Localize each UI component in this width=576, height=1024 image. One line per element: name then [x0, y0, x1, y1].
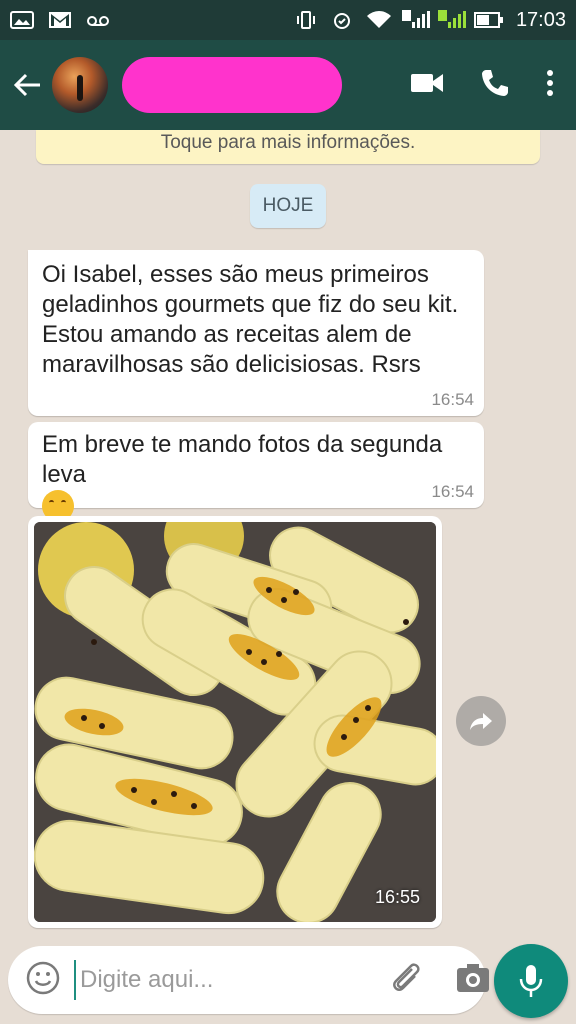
mic-icon	[519, 965, 543, 997]
message-text-content: Em breve te mando fotos da segunda leva	[42, 431, 443, 488]
message-time: 16:54	[431, 482, 474, 501]
date-chip: HOJE	[250, 184, 326, 228]
message-input[interactable]	[74, 960, 390, 1000]
status-notifications	[10, 10, 110, 30]
more-vert-icon[interactable]	[546, 69, 554, 102]
forward-button[interactable]	[456, 696, 506, 746]
message-photo[interactable]: 16:55	[34, 522, 436, 922]
forward-icon	[470, 713, 492, 730]
wifi-icon	[366, 10, 391, 30]
status-bar: 17:03	[0, 0, 576, 40]
image-time: 16:55	[374, 887, 420, 907]
message-text: Oi Isabel, esses são meus primeiros gela…	[42, 261, 459, 378]
composer-actions	[390, 961, 490, 1000]
signal-sim2-icon	[437, 10, 466, 30]
status-system: 17:03	[294, 9, 566, 32]
back-arrow-icon[interactable]	[10, 67, 46, 103]
message-bubble[interactable]: Oi Isabel, esses são meus primeiros gela…	[28, 250, 484, 416]
chat-header	[0, 40, 576, 130]
voicemail-icon	[86, 10, 110, 30]
emoji-icon[interactable]	[26, 961, 60, 1000]
alarm-icon	[330, 10, 354, 30]
phone-icon[interactable]	[480, 68, 510, 103]
image-message-bubble[interactable]: 16:55	[28, 516, 442, 928]
clock: 17:03	[515, 8, 566, 31]
attach-icon[interactable]	[390, 961, 422, 1000]
message-composer	[8, 946, 489, 1014]
info-banner[interactable]: Toque para mais informações.	[36, 130, 540, 164]
contact-name[interactable]	[122, 57, 342, 113]
header-actions	[410, 68, 566, 103]
signal-sim1-icon	[401, 10, 430, 30]
message-bubble[interactable]: Em breve te mando fotos da segunda leva …	[28, 422, 484, 550]
message-text: Em breve te mando fotos da segunda leva	[42, 430, 470, 550]
vibrate-icon	[294, 10, 318, 30]
image-notification-icon	[10, 10, 34, 30]
camera-icon[interactable]	[456, 963, 490, 998]
battery-icon	[473, 10, 503, 30]
chat-area[interactable]: Toque para mais informações. HOJE Oi Isa…	[0, 130, 576, 940]
gmail-icon	[48, 10, 72, 30]
message-time: 16:54	[431, 390, 474, 409]
avatar[interactable]	[52, 57, 108, 113]
video-call-icon[interactable]	[410, 71, 444, 100]
mic-button[interactable]	[494, 944, 568, 1018]
